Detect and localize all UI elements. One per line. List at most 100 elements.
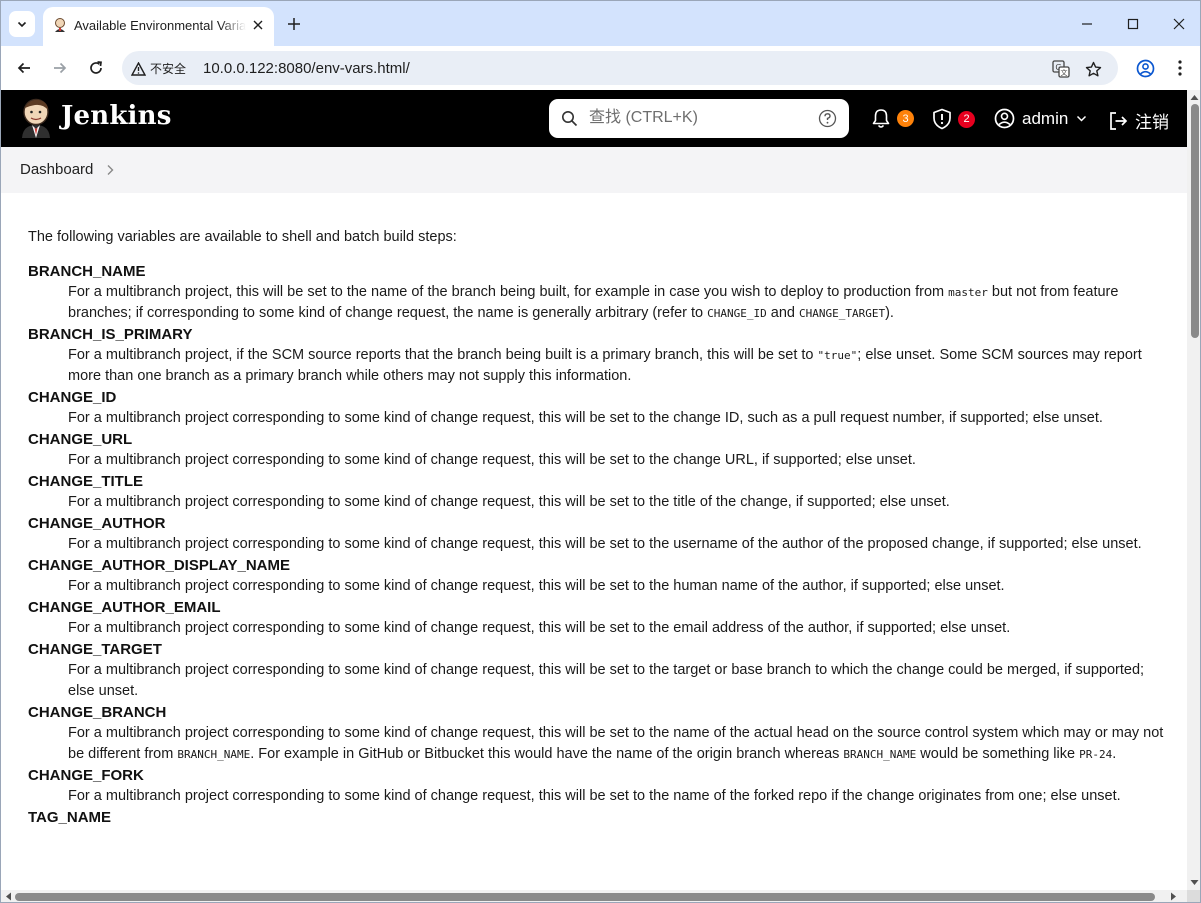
search-input[interactable]	[589, 107, 809, 129]
scroll-up-icon[interactable]	[1190, 93, 1199, 102]
user-circle-icon	[994, 108, 1015, 129]
security-monitor-button[interactable]: 2	[932, 108, 975, 130]
bell-icon	[872, 109, 890, 128]
search-icon	[562, 111, 578, 127]
translate-icon: G文	[1052, 60, 1070, 78]
inline-code: master	[948, 286, 988, 299]
env-var-name: CHANGE_AUTHOR_DISPLAY_NAME	[28, 557, 290, 574]
scroll-left-icon[interactable]	[4, 892, 13, 901]
description-text: would be something like	[916, 746, 1080, 762]
security-label: 不安全	[150, 62, 187, 76]
inline-code: CHANGE_ID	[707, 307, 767, 320]
description-text: For a multibranch project corresponding …	[68, 578, 1005, 594]
inline-code: "true"	[817, 349, 858, 362]
env-var-name: CHANGE_AUTHOR_EMAIL	[28, 599, 221, 616]
notifications-button[interactable]: 3	[871, 108, 914, 129]
env-var-name: TAG_NAME	[28, 809, 112, 826]
profile-button[interactable]	[1132, 55, 1158, 81]
user-menu[interactable]: admin	[994, 108, 1087, 129]
description-text: and	[766, 305, 799, 321]
description-text: For a multibranch project, if the SCM so…	[68, 347, 818, 363]
jenkins-logo-icon[interactable]	[19, 98, 53, 138]
description-text: .	[1112, 746, 1117, 762]
description-text: For a multibranch project corresponding …	[68, 494, 950, 510]
scroll-down-icon[interactable]	[1190, 878, 1199, 887]
arrow-left-icon	[17, 62, 30, 74]
minimize-icon	[1082, 23, 1092, 25]
security-chip[interactable]: 不安全	[131, 60, 186, 77]
env-var-description: For a multibranch project corresponding …	[28, 618, 1168, 639]
svg-text:文: 文	[1061, 68, 1068, 77]
env-var-description: For a multibranch project corresponding …	[28, 576, 1168, 597]
close-icon	[1173, 18, 1185, 30]
env-var-name: BRANCH_IS_PRIMARY	[28, 326, 193, 343]
arrow-right-icon	[54, 62, 67, 74]
chevron-right-icon[interactable]	[105, 164, 115, 176]
tab-strip: Available Environmental Variables	[1, 1, 1200, 46]
env-var-description: For a multibranch project corresponding …	[28, 492, 1168, 513]
jenkins-brand[interactable]: Jenkins	[61, 101, 172, 131]
address-bar[interactable]: 不安全 10.0.0.122:8080/env-vars.html/ G文	[122, 51, 1118, 85]
inline-code: CHANGE_TARGET	[799, 307, 886, 320]
description-text: For a multibranch project corresponding …	[68, 410, 1103, 426]
description-text: For a multibranch project corresponding …	[68, 788, 1121, 804]
inline-code: PR-24	[1079, 748, 1113, 761]
vertical-scroll-thumb[interactable]	[1191, 104, 1199, 338]
env-var-description: For a multibranch project, if the SCM so…	[28, 345, 1168, 387]
logout-icon	[1110, 111, 1128, 130]
env-var-name: CHANGE_FORK	[28, 767, 144, 784]
back-button[interactable]	[11, 55, 37, 81]
env-var-description: For a multibranch project corresponding …	[28, 450, 1168, 471]
inline-code: BRANCH_NAME	[177, 748, 251, 761]
env-var-name: CHANGE_TARGET	[28, 641, 162, 658]
logout-button[interactable]: 注销	[1108, 108, 1169, 133]
maximize-button[interactable]	[1120, 11, 1146, 37]
help-icon[interactable]	[818, 109, 837, 128]
plus-icon	[288, 18, 300, 30]
scrollbar-corner	[1187, 890, 1200, 902]
tab-close-button[interactable]	[249, 16, 267, 34]
env-var-name: BRANCH_NAME	[28, 263, 146, 280]
close-window-button[interactable]	[1166, 11, 1192, 37]
description-text: For a multibranch project corresponding …	[68, 536, 1142, 552]
description-text: . For example in GitHub or Bitbucket thi…	[250, 746, 844, 762]
breadcrumb-dashboard[interactable]: Dashboard	[20, 161, 93, 178]
maximize-icon	[1127, 18, 1139, 30]
breadcrumb: Dashboard	[1, 147, 1187, 193]
minimize-button[interactable]	[1074, 11, 1100, 37]
url-text[interactable]: 10.0.0.122:8080/env-vars.html/	[203, 60, 410, 77]
active-tab[interactable]: Available Environmental Variables	[43, 7, 274, 46]
search-box[interactable]	[549, 99, 849, 138]
translate-button[interactable]: G文	[1051, 59, 1071, 79]
jenkins-header: Jenkins 3 2 admin 注销	[1, 90, 1187, 147]
security-badge: 2	[958, 110, 975, 128]
warning-icon	[131, 61, 146, 76]
more-vertical-icon	[1178, 60, 1182, 76]
tab-search-button[interactable]	[9, 11, 35, 37]
vertical-scrollbar[interactable]	[1187, 90, 1200, 890]
browser-menu-button[interactable]	[1167, 55, 1193, 81]
description-text: For a multibranch project corresponding …	[68, 452, 916, 468]
bookmark-button[interactable]	[1083, 59, 1103, 79]
new-tab-button[interactable]	[283, 13, 305, 35]
intro-text: The following variables are available to…	[28, 229, 457, 245]
horizontal-scrollbar[interactable]	[1, 890, 1187, 902]
reload-button[interactable]	[83, 55, 109, 81]
forward-button[interactable]	[47, 55, 73, 81]
inline-code: BRANCH_NAME	[843, 748, 917, 761]
tab-title: Available Environmental Variables	[74, 18, 246, 33]
env-var-name: CHANGE_URL	[28, 431, 133, 448]
description-text: For a multibranch project corresponding …	[68, 662, 1145, 699]
description-text: ).	[885, 305, 894, 321]
jenkins-favicon-icon	[55, 18, 65, 32]
env-var-description: For a multibranch project corresponding …	[28, 534, 1168, 555]
shield-alert-icon	[933, 108, 951, 130]
horizontal-scroll-thumb[interactable]	[15, 893, 1155, 901]
chevron-down-icon	[1077, 115, 1087, 122]
scroll-right-icon[interactable]	[1169, 892, 1178, 901]
env-vars-content: The following variables are available to…	[28, 227, 1168, 828]
env-var-description: For a multibranch project corresponding …	[28, 786, 1168, 807]
browser-toolbar: 不安全 10.0.0.122:8080/env-vars.html/ G文	[1, 46, 1200, 90]
env-var-description: For a multibranch project, this will be …	[28, 282, 1168, 324]
account-circle-icon	[1136, 59, 1154, 77]
